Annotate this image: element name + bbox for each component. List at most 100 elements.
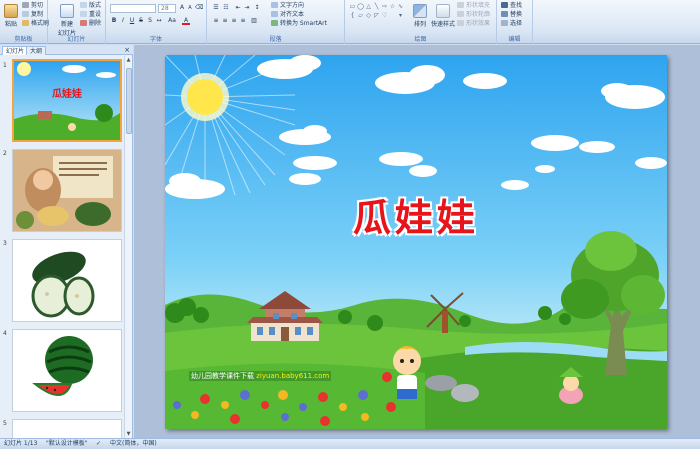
drawing-group: ▭ ◯ △ ╲ ⇨ ☆ ∿ { ▱ ◇ ◸ ♡ ▾ 排列 快速样式 形状填充 形…: [345, 0, 497, 44]
cut-button[interactable]: 剪切: [22, 2, 43, 10]
text-direction-button[interactable]: 文字方向: [271, 2, 304, 10]
decrease-indent-icon[interactable]: ⇤: [234, 4, 242, 12]
shape-effects-button[interactable]: 形状效果: [457, 20, 490, 28]
diamond-shape-icon[interactable]: ◇: [365, 12, 372, 19]
increase-indent-icon[interactable]: ⇥: [243, 4, 251, 12]
new-slide-button[interactable]: 新建 幻灯片: [56, 4, 78, 37]
find-label: 查找: [510, 2, 523, 9]
heart-shape-icon[interactable]: ♡: [381, 12, 388, 19]
layout-button[interactable]: 版式: [80, 2, 101, 10]
shape-effects-label: 形状效果: [466, 20, 491, 27]
shape-fill-label: 形状填充: [466, 2, 491, 9]
tab-outline[interactable]: 大纲: [26, 46, 47, 55]
bullets-icon[interactable]: ☰: [212, 4, 220, 12]
columns-icon[interactable]: ▥: [250, 17, 258, 25]
shrink-font-icon[interactable]: A: [186, 4, 194, 12]
new-slide-icon: [60, 4, 74, 18]
panel-scrollbar[interactable]: ▲ ▼: [124, 56, 132, 438]
align-center-icon[interactable]: ≡: [221, 17, 229, 25]
spacing-icon[interactable]: ↔: [155, 17, 163, 25]
text-direction-label: 文字方向: [280, 2, 305, 9]
font-color-icon[interactable]: A: [182, 17, 190, 25]
slide-workspace: 瓜娃娃 幼儿园教学课件下载 ziyuan.baby611.com: [134, 45, 700, 438]
rectangle-shape-icon[interactable]: ▭: [349, 3, 356, 10]
cursor-icon: [501, 20, 508, 26]
format-painter-label: 格式刷: [31, 20, 50, 27]
slides-group: 新建 幻灯片 版式 重设 删除 幻灯片: [48, 0, 106, 44]
arrange-button[interactable]: 排列: [411, 4, 429, 28]
smartart-button[interactable]: 转换为 SmartArt: [271, 20, 327, 28]
editing-group-label: 编辑: [508, 36, 521, 43]
select-label: 选择: [510, 20, 523, 27]
select-button[interactable]: 选择: [501, 20, 522, 28]
oval-shape-icon[interactable]: ◯: [357, 3, 364, 10]
footer-text: 幼儿园教学课件下载: [191, 372, 254, 380]
star-shape-icon[interactable]: ☆: [389, 3, 396, 10]
format-painter-button[interactable]: 格式刷: [22, 20, 49, 28]
shape-outline-button[interactable]: 形状轮廓: [457, 11, 490, 19]
curve-shape-icon[interactable]: ∿: [397, 3, 404, 10]
grow-font-icon[interactable]: A: [178, 4, 186, 12]
triangle-shape-icon[interactable]: △: [365, 3, 372, 10]
change-case-icon[interactable]: Aa: [168, 17, 176, 25]
spell-check-icon[interactable]: ✓: [96, 439, 101, 449]
paste-label: 粘贴: [4, 21, 17, 28]
layout-label: 版式: [89, 2, 102, 9]
line-shape-icon[interactable]: ╲: [373, 3, 380, 10]
tab-slides[interactable]: 幻灯片: [2, 46, 29, 55]
thumbnail-slide-3[interactable]: [12, 239, 122, 322]
close-icon[interactable]: ×: [124, 46, 130, 54]
bold-icon[interactable]: B: [110, 17, 118, 25]
smartart-icon: [271, 20, 278, 26]
effects-icon: [457, 20, 464, 26]
font-name-combo[interactable]: [110, 4, 156, 13]
scissors-icon: [22, 2, 29, 8]
main-slide[interactable]: 瓜娃娃 幼儿园教学课件下载 ziyuan.baby611.com: [165, 55, 667, 429]
thumbnail-slide-4[interactable]: [12, 329, 122, 412]
brace-shape-icon[interactable]: {: [349, 12, 356, 19]
scroll-down-icon[interactable]: ▼: [125, 430, 132, 438]
callout-shape-icon[interactable]: ◸: [373, 12, 380, 19]
replace-icon: [501, 11, 508, 17]
slide-title[interactable]: 瓜娃娃: [165, 187, 667, 242]
arrow-shape-icon[interactable]: ⇨: [381, 3, 388, 10]
thumbnail-number: 3: [3, 240, 7, 247]
align-text-button[interactable]: 对齐文本: [271, 11, 304, 19]
paragraph-group: ☰ ☷ ⇤ ⇥ ↕ ≡ ≡ ≡ ≡ ▥ 文字方向 对齐文本 转换为 SmartA…: [207, 0, 345, 44]
copy-button[interactable]: 复制: [22, 11, 43, 19]
parallelogram-shape-icon[interactable]: ▱: [357, 12, 364, 19]
arrange-icon: [413, 4, 427, 18]
clear-format-icon[interactable]: ⌫: [195, 4, 203, 12]
more-shapes-icon[interactable]: ▾: [397, 12, 404, 19]
footer-url[interactable]: ziyuan.baby611.com: [256, 372, 329, 380]
paste-button[interactable]: 粘贴: [2, 4, 20, 28]
language: 中文(简体，中国): [110, 440, 157, 447]
align-right-icon[interactable]: ≡: [230, 17, 238, 25]
editing-group: 查找 替换 选择 编辑: [497, 0, 533, 44]
shape-fill-button[interactable]: 形状填充: [457, 2, 490, 10]
thumbnail-slide-2[interactable]: [12, 149, 122, 232]
reset-label: 重设: [89, 11, 102, 18]
align-left-icon[interactable]: ≡: [212, 17, 220, 25]
brush-icon: [22, 20, 29, 26]
shadow-icon[interactable]: S: [146, 17, 154, 25]
strikethrough-icon[interactable]: S: [137, 17, 145, 25]
thumbnail-number: 4: [3, 330, 7, 337]
line-spacing-icon[interactable]: ↕: [253, 4, 261, 12]
thumbnail-slide-5[interactable]: [12, 419, 122, 438]
thumbnail-slide-1[interactable]: 瓜娃娃: [12, 59, 122, 142]
shape-outline-label: 形状轮廓: [466, 11, 491, 18]
font-size-combo[interactable]: 28: [158, 4, 176, 13]
justify-icon[interactable]: ≡: [239, 17, 247, 25]
scroll-thumb[interactable]: [126, 68, 132, 134]
italic-icon[interactable]: I: [119, 17, 127, 25]
quick-styles-button[interactable]: 快速样式: [431, 4, 455, 28]
numbering-icon[interactable]: ☷: [222, 4, 230, 12]
replace-button[interactable]: 替换: [501, 11, 522, 19]
find-button[interactable]: 查找: [501, 2, 522, 10]
scroll-up-icon[interactable]: ▲: [125, 56, 132, 64]
underline-icon[interactable]: U: [128, 17, 136, 25]
delete-button[interactable]: 删除: [80, 20, 101, 28]
reset-button[interactable]: 重设: [80, 11, 101, 19]
delete-icon: [80, 20, 87, 26]
